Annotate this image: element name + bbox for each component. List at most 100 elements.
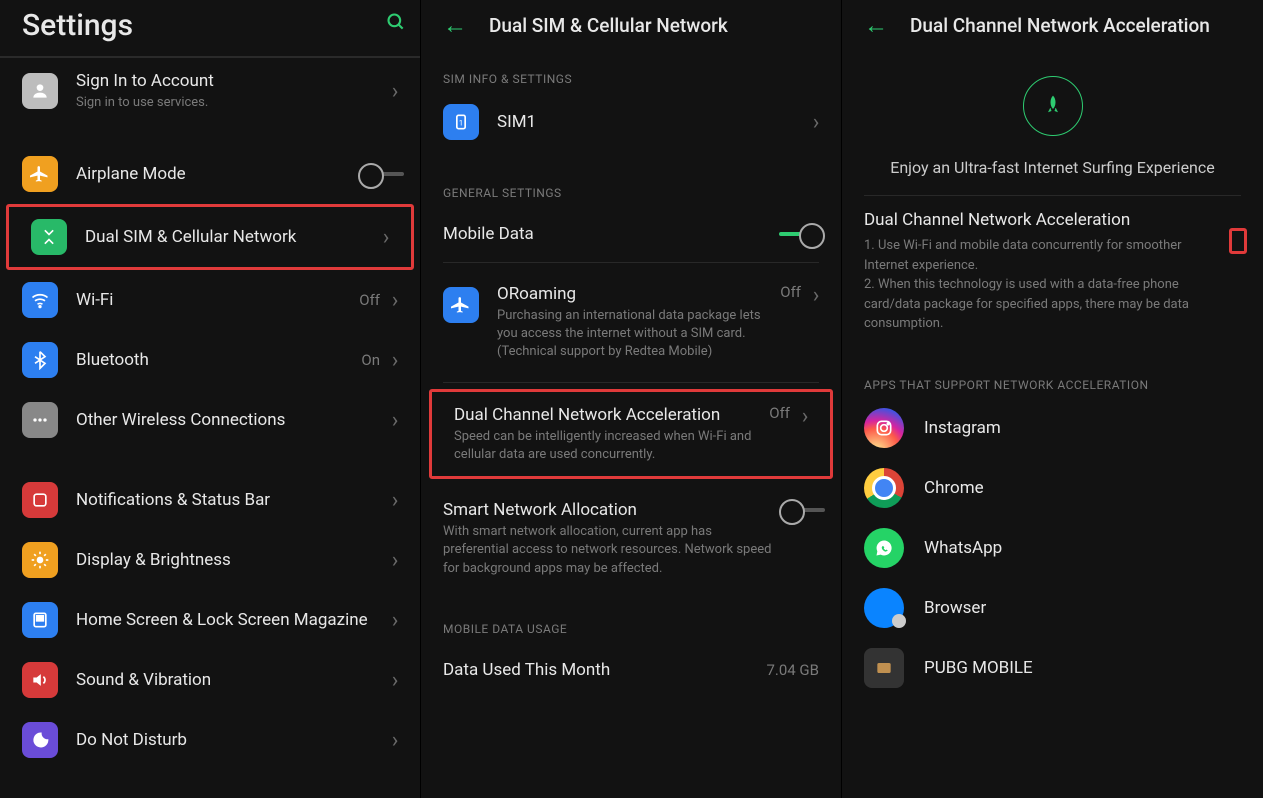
rocket-icon bbox=[1043, 92, 1063, 120]
app-instagram[interactable]: Instagram bbox=[842, 398, 1263, 458]
app-label: Chrome bbox=[924, 478, 984, 498]
airplane-icon bbox=[443, 287, 479, 323]
app-whatsapp[interactable]: WhatsApp bbox=[842, 518, 1263, 578]
bluetooth-icon bbox=[22, 342, 58, 378]
dcna-setting-row: Dual Channel Network Acceleration 1. Use… bbox=[842, 196, 1263, 348]
chevron-right-icon: › bbox=[386, 488, 404, 513]
app-chrome[interactable]: Chrome bbox=[842, 458, 1263, 518]
dcna-desc: 1. Use Wi-Fi and mobile data concurrentl… bbox=[864, 236, 1229, 334]
other-wireless-row[interactable]: Other Wireless Connections › bbox=[0, 390, 420, 450]
home-screen-label: Home Screen & Lock Screen Magazine bbox=[76, 609, 386, 631]
chevron-right-icon: › bbox=[386, 408, 404, 433]
data-used-value: 7.04 GB bbox=[766, 661, 819, 679]
other-wireless-label: Other Wireless Connections bbox=[76, 409, 386, 431]
dual-sim-screen: ← Dual SIM & Cellular Network SIM INFO &… bbox=[421, 0, 842, 798]
sound-label: Sound & Vibration bbox=[76, 669, 386, 691]
notifications-label: Notifications & Status Bar bbox=[76, 489, 386, 511]
data-used-label: Data Used This Month bbox=[443, 659, 766, 681]
chevron-right-icon: › bbox=[386, 548, 404, 573]
app-label: Instagram bbox=[924, 418, 1001, 438]
data-used-row[interactable]: Data Used This Month 7.04 GB bbox=[421, 642, 841, 698]
other-wireless-icon bbox=[22, 402, 58, 438]
dcna-row[interactable]: Dual Channel Network Acceleration Speed … bbox=[429, 389, 833, 479]
dcna-sub: Speed can be intelligently increased whe… bbox=[454, 428, 769, 464]
section-sim-info: SIM INFO & SETTINGS bbox=[421, 50, 841, 92]
wifi-value: Off bbox=[359, 291, 380, 309]
dcna-toggle-highlight bbox=[1229, 228, 1247, 254]
svg-text:1: 1 bbox=[459, 118, 463, 127]
display-label: Display & Brightness bbox=[76, 549, 386, 571]
airplane-icon bbox=[22, 156, 58, 192]
chevron-right-icon: › bbox=[807, 110, 825, 135]
home-screen-row[interactable]: Home Screen & Lock Screen Magazine › bbox=[0, 590, 420, 650]
app-label: PUBG MOBILE bbox=[924, 658, 1033, 678]
mobile-data-label: Mobile Data bbox=[443, 223, 779, 245]
home-screen-icon bbox=[22, 602, 58, 638]
airplane-mode-row[interactable]: Airplane Mode bbox=[0, 144, 420, 204]
page-title: Settings bbox=[22, 8, 386, 43]
chevron-right-icon: › bbox=[386, 348, 404, 373]
smart-network-row[interactable]: Smart Network Allocation With smart netw… bbox=[421, 485, 841, 592]
page-title: Dual Channel Network Acceleration bbox=[910, 14, 1210, 37]
back-icon[interactable]: ← bbox=[864, 11, 888, 40]
notifications-row[interactable]: Notifications & Status Bar › bbox=[0, 470, 420, 530]
whatsapp-icon bbox=[864, 528, 904, 568]
notifications-icon bbox=[22, 482, 58, 518]
instagram-icon bbox=[864, 408, 904, 448]
dcna-value: Off bbox=[769, 404, 790, 422]
wifi-label: Wi-Fi bbox=[76, 289, 359, 311]
sign-in-row[interactable]: Sign In to Account Sign in to use servic… bbox=[0, 58, 420, 124]
app-browser[interactable]: Browser bbox=[842, 578, 1263, 638]
app-pubg[interactable]: PUBG MOBILE bbox=[842, 638, 1263, 698]
pubg-icon bbox=[864, 648, 904, 688]
chevron-right-icon: › bbox=[796, 404, 814, 429]
chevron-right-icon: › bbox=[386, 608, 404, 633]
oroaming-label: ORoaming bbox=[497, 283, 780, 305]
sound-icon bbox=[22, 662, 58, 698]
mobile-data-row[interactable]: Mobile Data bbox=[421, 206, 841, 262]
hero-caption: Enjoy an Ultra-fast Internet Surfing Exp… bbox=[890, 158, 1215, 177]
dcna-label: Dual Channel Network Acceleration bbox=[454, 404, 769, 426]
chevron-right-icon: › bbox=[386, 288, 404, 313]
back-icon[interactable]: ← bbox=[443, 11, 467, 40]
wifi-row[interactable]: Wi-Fi Off › bbox=[0, 270, 420, 330]
chevron-right-icon: › bbox=[386, 79, 404, 104]
chevron-right-icon: › bbox=[386, 728, 404, 753]
wifi-icon bbox=[22, 282, 58, 318]
search-icon[interactable] bbox=[386, 12, 406, 38]
dnd-icon bbox=[22, 722, 58, 758]
sim-card-icon: 1 bbox=[443, 104, 479, 140]
section-usage: MOBILE DATA USAGE bbox=[421, 592, 841, 642]
sim1-row[interactable]: 1 SIM1 › bbox=[421, 92, 841, 152]
app-label: Browser bbox=[924, 598, 986, 618]
oroaming-value: Off bbox=[780, 283, 801, 301]
oroaming-row[interactable]: ORoaming Purchasing an international dat… bbox=[421, 263, 841, 382]
airplane-toggle[interactable] bbox=[358, 163, 404, 185]
section-general: GENERAL SETTINGS bbox=[421, 152, 841, 206]
section-apps: APPS THAT SUPPORT NETWORK ACCELERATION bbox=[842, 348, 1263, 398]
mobile-data-toggle[interactable] bbox=[779, 223, 825, 245]
dcna-screen: ← Dual Channel Network Acceleration Enjo… bbox=[842, 0, 1263, 798]
sound-row[interactable]: Sound & Vibration › bbox=[0, 650, 420, 710]
airplane-label: Airplane Mode bbox=[76, 163, 358, 185]
hero: Enjoy an Ultra-fast Internet Surfing Exp… bbox=[842, 50, 1263, 195]
dnd-row[interactable]: Do Not Disturb › bbox=[0, 710, 420, 770]
dcna-title: Dual Channel Network Acceleration bbox=[864, 210, 1229, 230]
smart-network-sub: With smart network allocation, current a… bbox=[443, 523, 779, 578]
smart-network-label: Smart Network Allocation bbox=[443, 499, 779, 521]
chevron-right-icon: › bbox=[807, 283, 825, 308]
app-label: WhatsApp bbox=[924, 538, 1002, 558]
display-row[interactable]: Display & Brightness › bbox=[0, 530, 420, 590]
settings-screen: Settings Sign In to Account Sign in to u… bbox=[0, 0, 421, 798]
smart-network-toggle[interactable] bbox=[779, 499, 825, 521]
sign-in-sub: Sign in to use services. bbox=[76, 94, 386, 112]
dual-sim-label: Dual SIM & Cellular Network bbox=[85, 226, 377, 248]
bluetooth-row[interactable]: Bluetooth On › bbox=[0, 330, 420, 390]
browser-icon bbox=[864, 588, 904, 628]
sim1-label: SIM1 bbox=[497, 111, 807, 133]
sign-in-label: Sign In to Account bbox=[76, 70, 386, 92]
dual-sim-row[interactable]: Dual SIM & Cellular Network › bbox=[6, 204, 414, 270]
chevron-right-icon: › bbox=[377, 225, 395, 250]
chrome-icon bbox=[864, 468, 904, 508]
page-title: Dual SIM & Cellular Network bbox=[489, 14, 728, 37]
